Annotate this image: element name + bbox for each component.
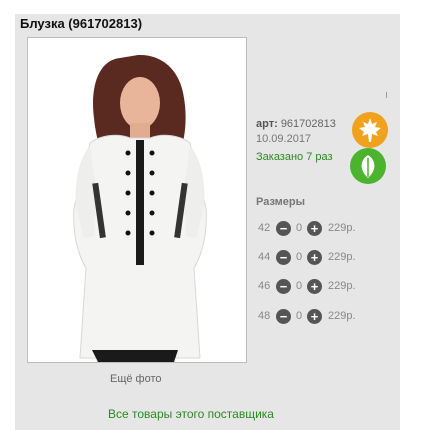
- article-value: 961702813: [280, 118, 336, 130]
- leaf-icon[interactable]: [350, 148, 386, 184]
- maple-leaf-icon[interactable]: [352, 112, 388, 148]
- article-number: арт: 961702813: [256, 118, 336, 131]
- divider-tick: [386, 92, 387, 98]
- quantity-value: 0: [295, 251, 303, 263]
- decrease-quantity-button[interactable]: −: [276, 249, 291, 265]
- size-value: 42: [258, 222, 271, 234]
- price-value: 229р.: [328, 251, 356, 263]
- more-photo-link[interactable]: Ещё фото: [110, 373, 162, 385]
- decrease-quantity-button[interactable]: −: [276, 308, 291, 324]
- product-photo[interactable]: [27, 37, 247, 363]
- size-row: 42 − 0 + 229р.: [258, 219, 356, 237]
- decrease-quantity-button[interactable]: −: [276, 278, 291, 294]
- sizes-heading: Размеры: [256, 196, 306, 208]
- quantity-value: 0: [295, 280, 303, 292]
- size-row: 48 − 0 + 229р.: [258, 307, 356, 325]
- price-value: 229р.: [328, 310, 356, 322]
- size-row: 46 − 0 + 229р.: [258, 277, 356, 295]
- product-date: 10.09.2017: [256, 133, 312, 145]
- increase-quantity-button[interactable]: +: [307, 220, 322, 236]
- size-value: 44: [258, 251, 271, 263]
- article-label: арт:: [256, 118, 278, 130]
- size-value: 48: [258, 310, 271, 322]
- blouse-photo-image: [28, 38, 246, 362]
- price-value: 229р.: [328, 280, 356, 292]
- size-value: 46: [258, 280, 271, 292]
- product-title: Блузка (961702813): [20, 16, 143, 31]
- increase-quantity-button[interactable]: +: [307, 249, 322, 265]
- quantity-value: 0: [295, 222, 303, 234]
- increase-quantity-button[interactable]: +: [307, 308, 322, 324]
- increase-quantity-button[interactable]: +: [307, 278, 322, 294]
- leaf-glyph: [361, 155, 375, 178]
- quantity-value: 0: [295, 310, 303, 322]
- price-value: 229р.: [328, 222, 356, 234]
- maple-leaf-glyph: [359, 118, 381, 142]
- decrease-quantity-button[interactable]: −: [276, 220, 291, 236]
- supplier-products-link[interactable]: Все товары этого поставщика: [108, 407, 274, 421]
- ordered-count: Заказано 7 раз: [256, 151, 333, 163]
- size-row: 44 − 0 + 229р.: [258, 248, 356, 266]
